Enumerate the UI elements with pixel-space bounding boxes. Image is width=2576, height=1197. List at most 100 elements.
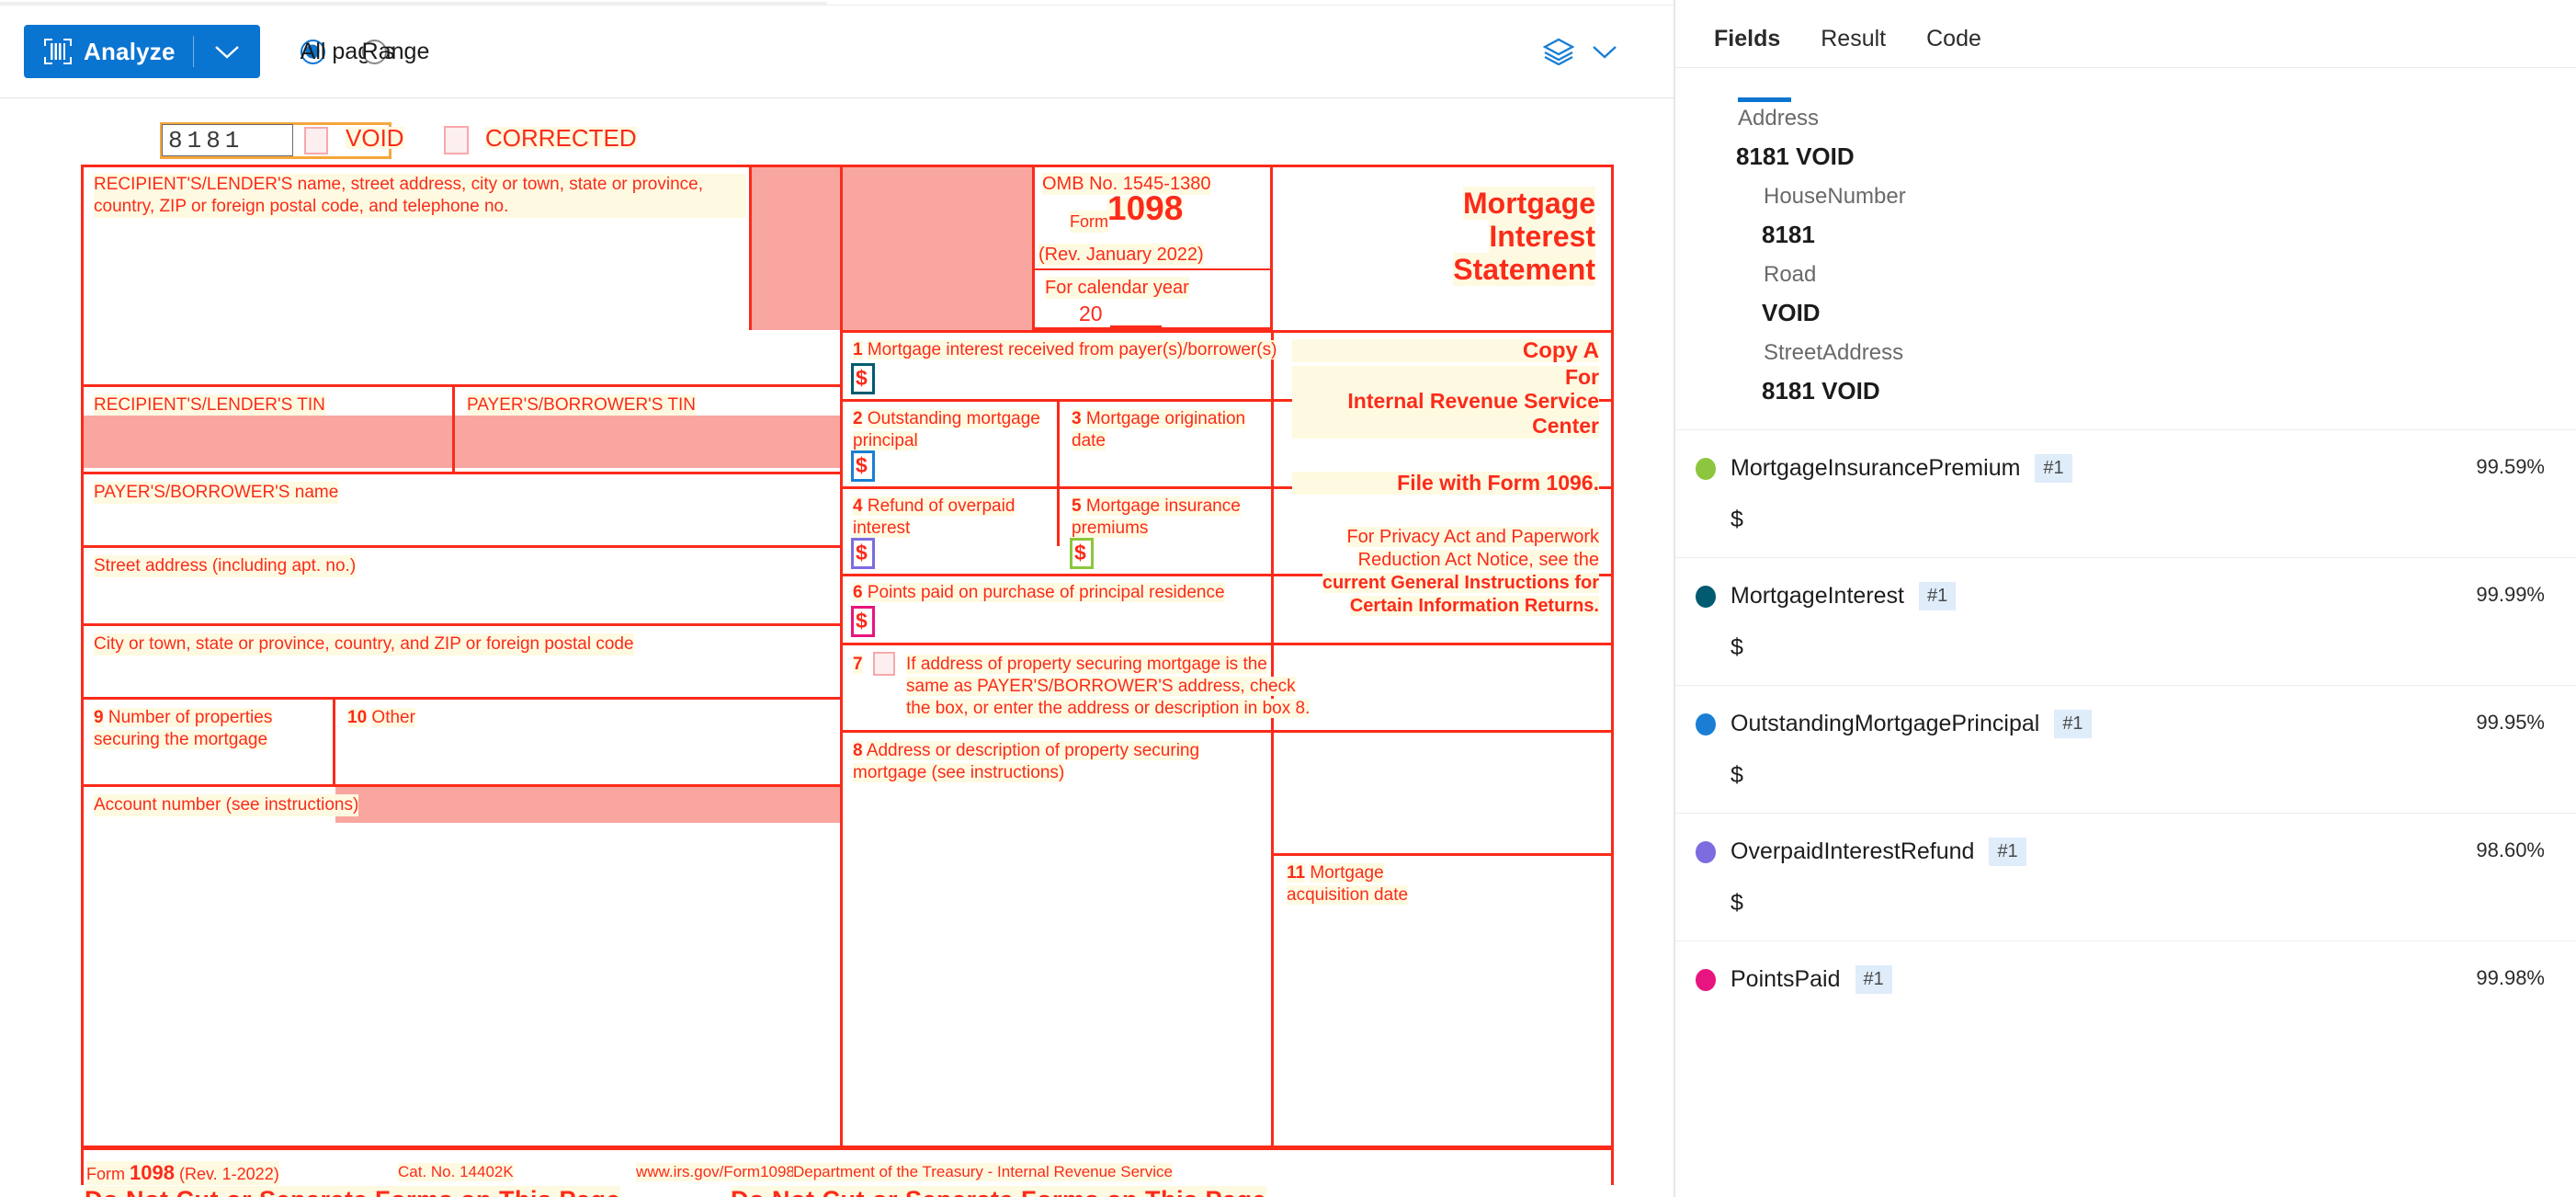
treasury-dept: Department of the Treasury - Internal Re…: [793, 1163, 1173, 1181]
form-number: 1098: [1107, 189, 1184, 227]
housenumber-key: HouseNumber: [1764, 184, 1906, 209]
recipient-pink-region: [752, 167, 1032, 330]
box3-number: 3: [1072, 409, 1082, 428]
address-value: 8181 VOID: [1736, 142, 1855, 170]
divider-h-tin: [81, 384, 843, 387]
panel-tabs: Fields Result Code: [1675, 0, 2576, 68]
address-group: Address 8181 VOID HouseNumber 8181 Road …: [1675, 85, 2576, 405]
corrected-checkbox[interactable]: [444, 126, 469, 154]
payer-tin-label: PAYER'S/BORROWER'S TIN: [467, 394, 697, 416]
form-word: Form: [1070, 211, 1108, 233]
field-value: $: [1731, 890, 1743, 916]
box4-dollar: $: [856, 541, 868, 564]
form-border-bottom: [81, 1146, 1614, 1150]
void-checkbox[interactable]: [304, 127, 328, 154]
divider-h-boxes-top: [840, 330, 1614, 333]
field-name: OutstandingMortgagePrincipal: [1731, 711, 2040, 736]
document-canvas[interactable]: 8181 VOID CORRECTED RECIPIENT'S/LENDER'S…: [0, 99, 1674, 1197]
box4-label: Refund of overpaid interest: [853, 496, 1016, 538]
field-occurrence-tag: #1: [2035, 454, 2072, 483]
payer-tin-pink: [455, 416, 840, 468]
streetaddress-value: 8181 VOID: [1762, 377, 1880, 405]
radio-range[interactable]: Range: [361, 39, 429, 64]
footer-form-word: Form: [86, 1165, 125, 1183]
tab-code[interactable]: Code: [1906, 26, 2002, 67]
viewer-toolbar: Analyze All pages Range: [0, 6, 1674, 98]
road-key: Road: [1764, 262, 1817, 287]
tab-result[interactable]: Result: [1800, 26, 1906, 67]
box9-label: Number of properties securing the mortga…: [94, 708, 273, 749]
radio-all-pages[interactable]: All pages: [300, 39, 395, 64]
panel-content[interactable]: Address 8181 VOID HouseNumber 8181 Road …: [1675, 85, 2576, 1197]
field-confidence: 99.59%: [2476, 455, 2545, 478]
chevron-down-icon: [1593, 46, 1617, 59]
recipient-address-label: RECIPIENT'S/LENDER'S name, street addres…: [94, 174, 746, 218]
field-header: PointsPaid #1: [1696, 965, 2539, 994]
field-row[interactable]: MortgageInterest #1 99.99% $: [1675, 557, 2576, 685]
box5-number: 5: [1072, 496, 1082, 516]
footer-revision: (Rev. 1-2022): [178, 1165, 279, 1183]
divider-h-city: [81, 623, 843, 626]
copy-a-irs: Internal Revenue Service Center: [1292, 389, 1599, 439]
box3-label: Mortgage origination date: [1072, 409, 1246, 450]
void-number-text: 8181: [168, 127, 244, 154]
copy-a-heading: Copy A: [1292, 339, 1599, 362]
tab-fields[interactable]: Fields: [1708, 26, 1800, 67]
box2-number: 2: [853, 409, 863, 428]
box5-label: Mortgage insurance premiums: [1072, 496, 1241, 538]
box6-label: Points paid on purchase of principal res…: [867, 583, 1225, 602]
box11-number: 11: [1287, 863, 1306, 883]
field-confidence: 99.98%: [2476, 966, 2545, 989]
box1-label: Mortgage interest received from payer(s)…: [867, 340, 1277, 359]
analyze-button[interactable]: Analyze: [24, 25, 260, 78]
field-row[interactable]: OverpaidInterestRefund #1 98.60% $: [1675, 813, 2576, 940]
city-state-zip-label: City or town, state or province, country…: [94, 633, 634, 656]
divider-h-box11: [1274, 853, 1614, 856]
box4-number: 4: [853, 496, 863, 516]
chevron-down-icon: [214, 45, 239, 59]
field-header: MortgageInsurancePremium #1: [1696, 454, 2539, 483]
account-number-label: Account number (see instructions): [94, 794, 359, 816]
omb-box-mid: [1032, 268, 1273, 270]
field-confidence: 98.60%: [2476, 838, 2545, 861]
field-row[interactable]: PointsPaid #1 99.98%: [1675, 940, 2576, 1018]
box7-checkbox[interactable]: [873, 652, 895, 676]
omb-box-left: [1032, 167, 1035, 330]
divider-h-payername: [81, 472, 843, 474]
field-color-swatch-icon: [1696, 585, 1716, 608]
layers-control[interactable]: [1543, 38, 1650, 65]
divider-h-box910: [81, 697, 843, 700]
payer-name-label: PAYER'S/BORROWER'S name: [94, 482, 339, 504]
form-title: Mortgage Interest Statement: [1453, 187, 1595, 286]
field-color-swatch-icon: [1696, 968, 1716, 991]
irs-url: www.irs.gov/Form1098: [636, 1163, 795, 1181]
do-not-cut-right: Do Not Cut or Separate Forms on This Pag…: [731, 1186, 1267, 1197]
box1-dollar: $: [856, 366, 868, 390]
box8-number: 8: [853, 741, 863, 760]
form-border-left: [81, 165, 84, 1185]
field-value: $: [1731, 507, 1743, 532]
recipient-tin-label: RECIPIENT'S/LENDER'S TIN: [94, 394, 325, 416]
irs-form-1098: 8181 VOID CORRECTED RECIPIENT'S/LENDER'S…: [81, 122, 1614, 1197]
field-confidence: 99.95%: [2476, 711, 2545, 734]
divider-v-box23: [1057, 399, 1060, 546]
field-confidence: 99.99%: [2476, 583, 2545, 606]
field-color-swatch-icon: [1696, 712, 1716, 735]
analyze-button-main[interactable]: Analyze: [24, 38, 193, 66]
box6-number: 6: [853, 583, 863, 602]
app-root: Analyze All pages Range 8181 VOID CORREC…: [0, 0, 2576, 1197]
housenumber-value: 8181: [1762, 221, 1815, 248]
field-value: $: [1731, 762, 1743, 788]
do-not-cut-left: Do Not Cut or Separate Forms on This Pag…: [85, 1186, 621, 1197]
calendar-year-value: 20: [1079, 302, 1103, 325]
recipient-tin-pink: [84, 416, 452, 468]
field-row[interactable]: MortgageInsurancePremium #1 99.59% $: [1675, 429, 2576, 557]
form-border-right: [1611, 165, 1614, 1185]
calendar-year-blank: [1110, 325, 1162, 327]
field-row[interactable]: OutstandingMortgagePrincipal #1 99.95% $: [1675, 685, 2576, 813]
divider-h-box7: [840, 643, 1614, 645]
privacy-notice-bold: current General Instructions for Certain…: [1322, 573, 1599, 616]
calendar-year-label: For calendar year: [1045, 277, 1189, 299]
box2-label: Outstanding mortgage principal: [853, 409, 1040, 450]
analyze-dropdown-button[interactable]: [194, 44, 260, 60]
